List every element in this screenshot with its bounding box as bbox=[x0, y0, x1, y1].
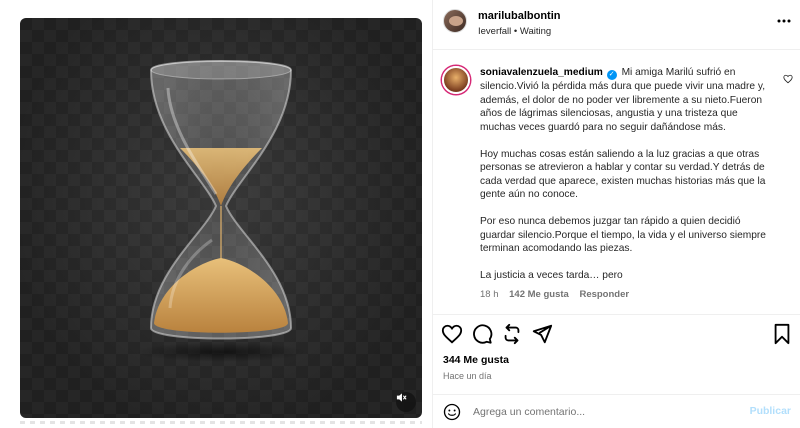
author-username[interactable]: marilubalbontin bbox=[478, 10, 561, 22]
hourglass-image bbox=[136, 60, 306, 362]
carousel-strip bbox=[20, 421, 422, 428]
comment-paragraph-2: Hoy muchas cosas están saliendo a la luz… bbox=[480, 148, 766, 201]
post-sidebar: marilubalbontin Ieverfall • Waiting soni… bbox=[432, 0, 800, 428]
comment-meta: 18 h 142 Me gusta Responder bbox=[480, 289, 637, 300]
post-media-video[interactable] bbox=[20, 18, 422, 418]
comment-text: soniavalenzuela_medium ✓ Mi amiga Marilú… bbox=[480, 66, 776, 296]
verified-badge-icon: ✓ bbox=[606, 70, 617, 80]
mute-icon bbox=[396, 393, 407, 402]
comment-time[interactable]: 18 h bbox=[480, 289, 499, 300]
more-options-button[interactable] bbox=[777, 14, 791, 28]
emoji-icon[interactable] bbox=[443, 403, 461, 421]
post-header: marilubalbontin Ieverfall • Waiting bbox=[433, 0, 800, 50]
send-icon[interactable] bbox=[531, 323, 553, 345]
comment-like-heart-icon[interactable] bbox=[783, 74, 793, 84]
likes-count[interactable]: 344 Me gusta bbox=[443, 354, 509, 366]
media-panel bbox=[0, 0, 432, 428]
publish-button[interactable]: Publicar bbox=[750, 405, 791, 417]
post-actions bbox=[433, 314, 800, 352]
audio-subline[interactable]: Ieverfall • Waiting bbox=[478, 26, 551, 37]
reply-button[interactable]: Responder bbox=[579, 289, 629, 300]
comment-icon[interactable] bbox=[471, 323, 493, 345]
author-avatar[interactable] bbox=[443, 9, 467, 33]
bookmark-icon[interactable] bbox=[771, 323, 793, 345]
post-time[interactable]: Hace un día bbox=[443, 371, 492, 381]
heart-icon[interactable] bbox=[441, 323, 463, 345]
comment-paragraph-3: Por eso nunca debemos juzgar tan rápido … bbox=[480, 216, 766, 254]
mute-button[interactable] bbox=[396, 392, 416, 412]
add-comment-bar: Publicar bbox=[433, 394, 800, 428]
comment-likes[interactable]: 142 Me gusta bbox=[509, 289, 569, 300]
repost-icon[interactable] bbox=[501, 323, 523, 345]
more-options-icon bbox=[777, 19, 791, 23]
commenter-avatar[interactable] bbox=[442, 66, 470, 94]
comment-input[interactable] bbox=[473, 403, 723, 421]
comment-paragraph-4: La justicia a veces tarda… pero bbox=[480, 270, 623, 281]
commenter-username[interactable]: soniavalenzuela_medium bbox=[480, 67, 603, 78]
